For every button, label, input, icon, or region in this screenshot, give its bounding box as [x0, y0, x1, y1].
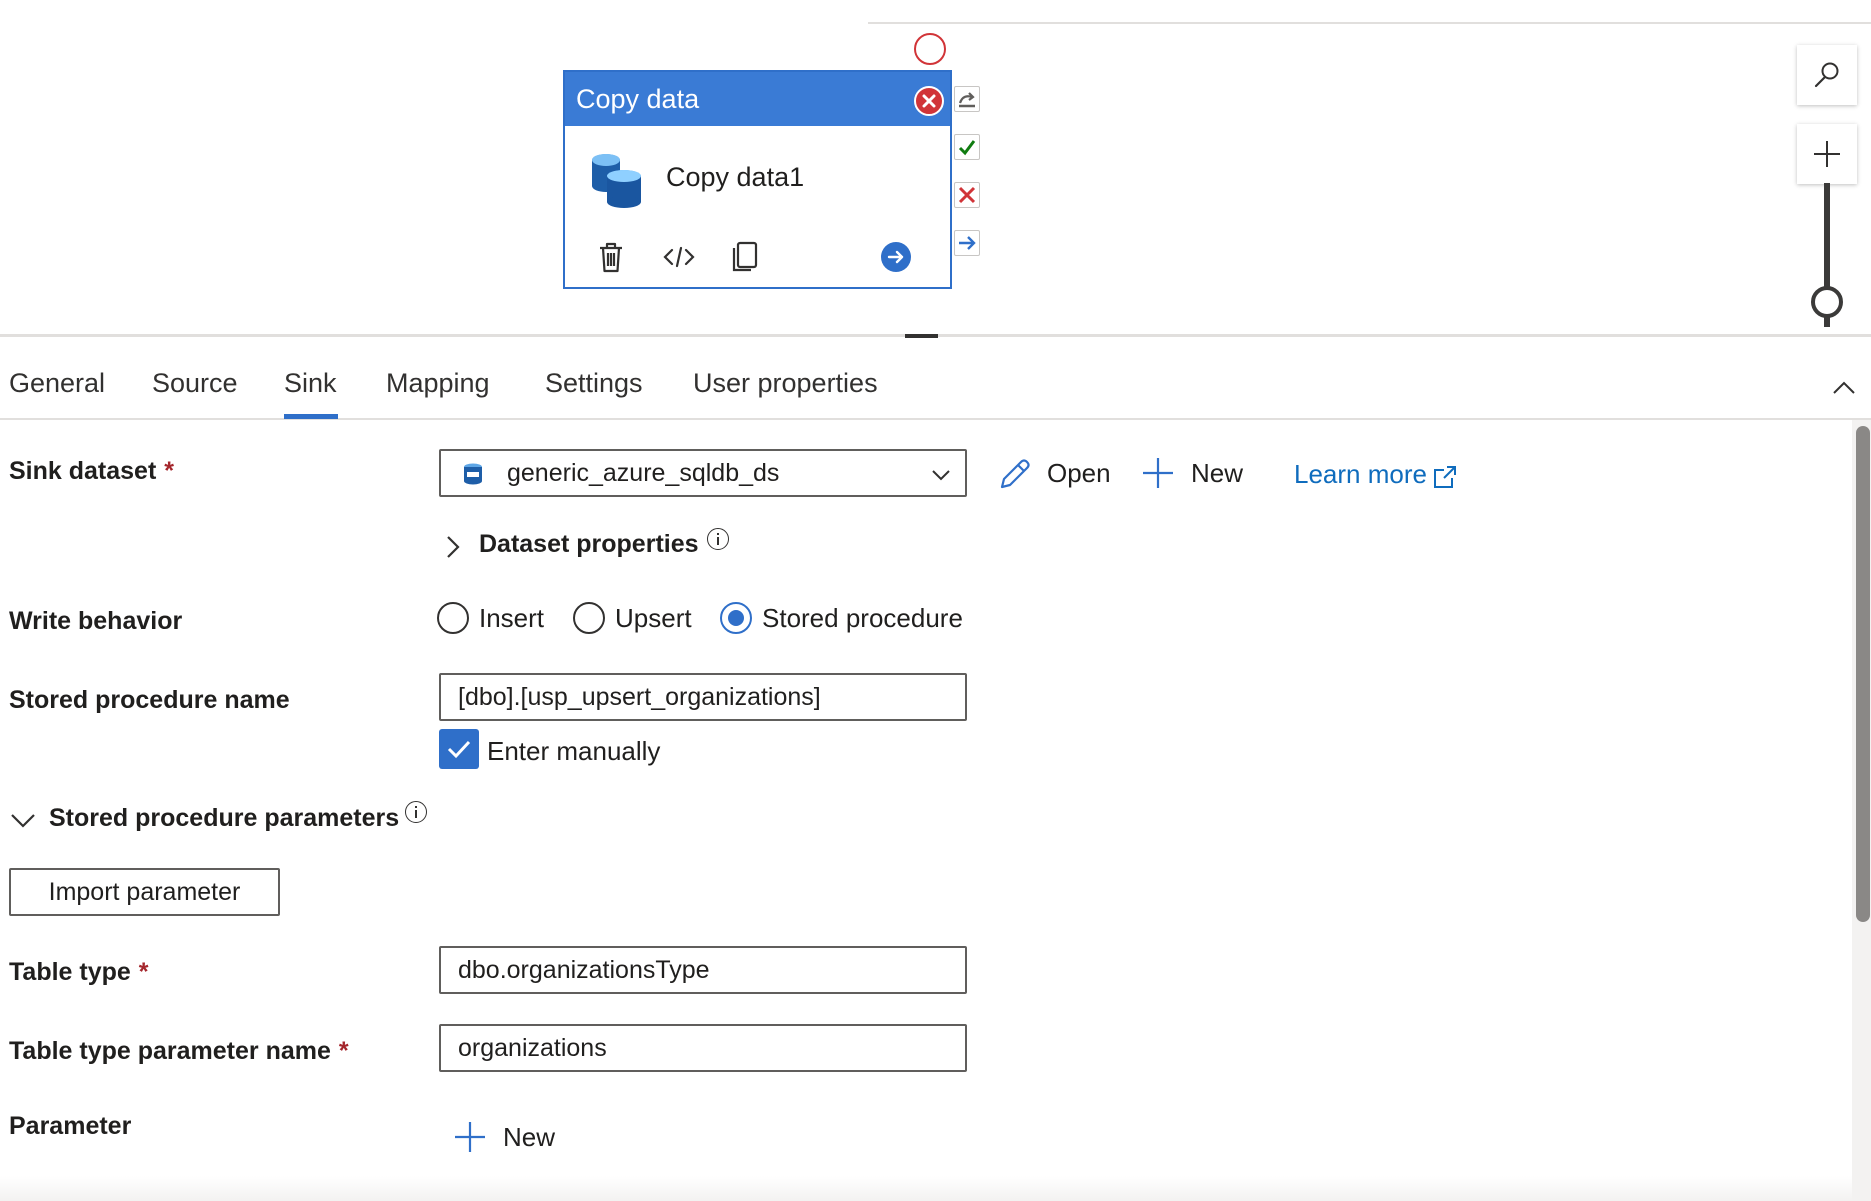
tabs-divider [0, 418, 1871, 420]
properties-scrollbar-thumb[interactable] [1856, 426, 1870, 922]
selected-tab-indicator [284, 414, 338, 419]
search-icon [1814, 62, 1839, 88]
activity-toolbar [565, 240, 950, 284]
top-strip [0, 0, 1871, 24]
radio-insert[interactable]: Insert [437, 600, 549, 636]
completion-arrow-icon[interactable] [954, 230, 980, 256]
copy-data-activity[interactable]: Copy data Copy data1 [563, 70, 952, 289]
collapse-panel-button[interactable] [1828, 372, 1860, 404]
database-stack-icon [592, 154, 641, 208]
arrow-right-circle-icon[interactable] [879, 240, 919, 280]
open-label: Open [1047, 458, 1111, 488]
chevron-right-icon [447, 536, 460, 558]
required-mark: * [138, 958, 149, 986]
table-type-parameter-name-label-text: Table type parameter name [9, 1037, 331, 1065]
sink-dataset-select[interactable]: generic_azure_sqldb_ds [439, 449, 967, 497]
tab-mapping[interactable]: Mapping [386, 368, 490, 399]
plus-icon [1814, 141, 1840, 167]
radio-upsert-label: Upsert [615, 603, 692, 633]
learn-more-link[interactable]: Learn more [1294, 459, 1456, 490]
tab-source[interactable]: Source [152, 368, 238, 399]
properties-tabs: General Source Sink Mapping Settings Use… [0, 360, 1871, 420]
radio-stored-procedure-circle [720, 602, 752, 634]
chevron-up-icon [1833, 381, 1855, 394]
tab-general[interactable]: General [9, 368, 105, 399]
table-type-parameter-name-input[interactable]: organizations [439, 1024, 967, 1072]
sql-database-icon [464, 463, 482, 485]
stored-procedure-name-label: Stored procedure name [9, 686, 290, 714]
new-parameter-label: New [503, 1122, 556, 1152]
activity-status-circle-icon [914, 33, 946, 65]
tab-user-properties[interactable]: User properties [693, 368, 878, 399]
plus-icon [1143, 458, 1173, 488]
tab-settings[interactable]: Settings [545, 368, 643, 399]
radio-upsert[interactable]: Upsert [573, 600, 697, 636]
radio-stored-procedure[interactable]: Stored procedure [720, 600, 970, 636]
tab-sink[interactable]: Sink [284, 368, 337, 399]
required-mark: * [338, 1037, 349, 1065]
trash-icon[interactable] [595, 240, 635, 280]
open-dataset-button[interactable]: Open [997, 456, 1112, 492]
pencil-icon [1000, 459, 1030, 489]
sink-dataset-label: Sink dataset * [9, 457, 174, 486]
new-label: New [1191, 458, 1244, 488]
success-check-icon[interactable] [954, 134, 980, 160]
radio-upsert-circle [573, 602, 605, 634]
stored-procedure-parameters-label: Stored procedure parameters [49, 804, 400, 832]
table-type-label-text: Table type [9, 958, 131, 986]
radio-insert-label: Insert [479, 603, 545, 633]
chevron-down-icon [932, 470, 950, 481]
table-type-parameter-name-label: Table type parameter name * [9, 1037, 349, 1066]
table-type-input[interactable]: dbo.organizationsType [439, 946, 967, 994]
plus-icon [455, 1122, 485, 1152]
activity-error-icon[interactable] [914, 86, 944, 116]
failure-x-icon[interactable] [954, 182, 980, 208]
info-icon[interactable] [707, 528, 729, 550]
chevron-down-icon [11, 814, 35, 828]
checkmark-icon [447, 740, 471, 759]
skip-redo-icon[interactable] [954, 86, 980, 112]
required-mark: * [164, 457, 175, 485]
write-behavior-label: Write behavior [9, 607, 183, 635]
stored-procedure-name-input[interactable]: [dbo].[usp_upsert_organizations] [439, 673, 967, 721]
pipeline-editor: Copy data Copy data1 General Source Sink… [0, 0, 1871, 1201]
enter-manually-checkbox[interactable] [439, 729, 479, 769]
sink-dataset-label-text: Sink dataset [9, 457, 157, 485]
splitter-handle[interactable] [905, 334, 938, 338]
new-dataset-button[interactable]: New [1141, 456, 1256, 492]
canvas-search-button[interactable] [1797, 45, 1857, 105]
sink-dataset-value: generic_azure_sqldb_ds [507, 459, 780, 487]
activity-name: Copy data1 [666, 162, 805, 192]
radio-insert-circle [437, 602, 469, 634]
external-link-icon [1434, 466, 1456, 488]
copy-icon[interactable] [728, 240, 768, 280]
activity-type-label: Copy data [565, 72, 950, 126]
enter-manually-label: Enter manually [487, 736, 661, 766]
info-icon[interactable] [405, 801, 427, 823]
table-type-label: Table type * [9, 958, 149, 987]
dataset-properties-label: Dataset properties [479, 530, 699, 558]
learn-more-label: Learn more [1294, 459, 1427, 489]
radio-stored-procedure-label: Stored procedure [762, 603, 963, 633]
panel-bottom-edge [0, 1176, 1852, 1201]
code-icon[interactable] [662, 240, 702, 280]
parameter-label: Parameter [9, 1112, 132, 1140]
activity-output-ports [954, 86, 980, 256]
new-parameter-button[interactable]: New [453, 1120, 563, 1156]
zoom-slider-thumb[interactable] [1811, 286, 1843, 318]
import-parameter-button[interactable]: Import parameter [9, 868, 280, 916]
zoom-in-button[interactable] [1797, 124, 1857, 184]
